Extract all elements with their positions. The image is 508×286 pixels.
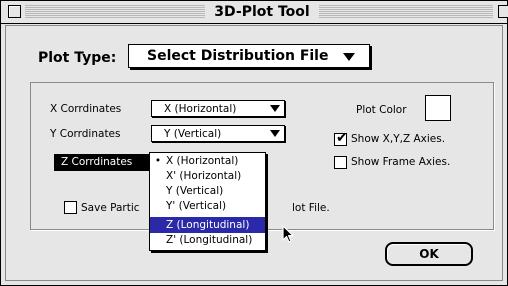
show-frame-axes-checkbox[interactable]	[334, 156, 347, 169]
menu-item-z-prime-longitudinal[interactable]: Z' (Longitudinal)	[150, 234, 265, 247]
y-coordinates-label: Y Corrdinates	[50, 128, 121, 140]
menu-item-x-horizontal[interactable]: • X (Horizontal)	[150, 155, 265, 168]
menu-item-label: Z' (Longitudinal)	[166, 234, 253, 246]
plot-type-popup[interactable]: Select Distribution File	[128, 44, 370, 68]
window-title: 3D-Plot Tool	[207, 2, 317, 22]
menu-item-x-prime-horizontal[interactable]: X' (Horizontal)	[150, 170, 265, 183]
mouse-pointer-icon	[282, 225, 294, 243]
title-bar-stripes-left	[25, 5, 205, 18]
z-coordinates-popup-menu[interactable]: • X (Horizontal) X' (Horizontal) Y (Vert…	[149, 152, 266, 251]
zoom-box-icon[interactable]	[498, 5, 508, 18]
title-bar-stripes-right	[319, 5, 493, 18]
menu-item-label: X' (Horizontal)	[166, 170, 242, 182]
plot-type-value: Select Distribution File	[147, 48, 329, 64]
selected-bullet-icon: •	[154, 155, 162, 167]
menu-item-label: Z (Longitudinal)	[166, 219, 250, 231]
plot-color-swatch[interactable]	[425, 95, 451, 121]
menu-item-y-prime-vertical[interactable]: Y' (Vertical)	[150, 200, 265, 213]
x-coordinates-popup[interactable]: X (Horizontal)	[151, 100, 285, 117]
save-particles-label-left: Save Partic	[81, 202, 140, 214]
ok-button[interactable]: OK	[385, 242, 473, 266]
show-xyz-axes-label: Show X,Y,Z Axies.	[351, 133, 446, 145]
menu-item-label: Y' (Vertical)	[166, 200, 227, 212]
save-particles-checkbox[interactable]	[64, 201, 77, 214]
menu-item-z-longitudinal[interactable]: Z (Longitudinal)	[150, 217, 265, 233]
chevron-down-icon	[270, 105, 280, 112]
z-coordinates-label: Z Corrdinates	[54, 154, 150, 171]
checkmark-icon: ✔	[336, 130, 348, 146]
plot-type-label: Plot Type:	[38, 50, 117, 66]
x-coordinates-label: X Corrdinates	[50, 103, 122, 115]
plot-color-label: Plot Color	[356, 104, 407, 116]
y-coordinates-popup[interactable]: Y (Vertical)	[151, 125, 285, 142]
x-coordinates-value: X (Horizontal)	[164, 103, 237, 115]
ok-button-label: OK	[419, 247, 439, 261]
menu-item-y-vertical[interactable]: Y (Vertical)	[150, 185, 265, 198]
show-xyz-axes-checkbox[interactable]: ✔	[334, 130, 348, 146]
show-frame-axes-label: Show Frame Axies.	[351, 156, 451, 168]
title-bar[interactable]: 3D-Plot Tool	[1, 1, 508, 24]
dialog-window: 3D-Plot Tool Plot Type: Select Distribut…	[0, 0, 508, 286]
menu-item-label: X (Horizontal)	[166, 155, 239, 167]
y-coordinates-value: Y (Vertical)	[164, 128, 222, 140]
menu-item-label: Y (Vertical)	[166, 185, 224, 197]
chevron-down-icon	[270, 130, 280, 137]
chevron-down-icon	[343, 53, 355, 61]
save-particles-label-right: lot File.	[292, 202, 330, 214]
close-box-icon[interactable]	[8, 5, 21, 18]
